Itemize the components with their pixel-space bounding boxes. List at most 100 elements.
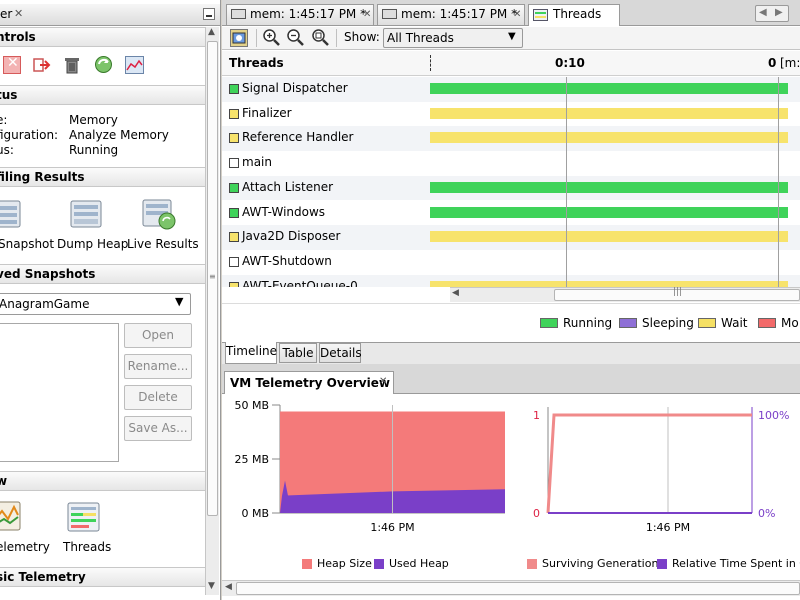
snapshot-button-label[interactable]: Snapshot [0,237,54,251]
gen-y-left-tick-label: 1 [533,409,540,422]
chevron-down-icon: ▼ [508,31,516,42]
rename-button[interactable]: Rename... [124,354,192,379]
close-icon[interactable]: ✕ [363,5,371,24]
dump-heap-icon[interactable] [70,200,104,230]
threads-column-header[interactable]: Threads [229,56,284,70]
open-button[interactable]: Open [124,323,192,348]
thread-state-indicator [229,281,239,287]
chevron-left-icon[interactable]: ◀ [759,7,767,18]
thread-row[interactable]: Attach Listener [222,175,800,201]
legend-sleeping: Sleeping [619,316,694,330]
thread-name: AWT-EventQueue-0 [242,278,358,287]
tab-details-label: Details [320,346,362,360]
tab-details[interactable]: Details [319,343,362,363]
thread-row[interactable]: AWT-EventQueue-0 [222,274,800,287]
left-panel-scrollbar-thumb[interactable]: ≡ [207,41,218,516]
section-status[interactable]: tus [0,85,205,105]
telemetry-view-icon[interactable] [0,501,22,533]
legend-swatch [302,559,312,569]
snapshots-project-combo[interactable]: AnagramGame ▼ [0,293,191,315]
section-basic-telemetry[interactable]: sic Telemetry [0,567,205,587]
live-results-button-label[interactable]: Live Results [127,237,199,251]
section-profiling-results[interactable]: filing Results [0,167,205,187]
tab-mem-1-label: mem: 1:45:17 PM * [250,7,367,21]
section-controls-label: ntrols [0,30,36,44]
threads-view-button-label[interactable]: Threads [63,540,111,554]
minimize-icon[interactable] [203,8,215,20]
thread-state-bar [430,83,788,94]
time-tick-10s: 0:10 [555,56,585,70]
zoom-in-icon[interactable] [262,28,281,47]
thread-row[interactable]: Reference Handler [222,126,800,152]
heap-x-tick-label: 1:46 PM [370,521,414,534]
tab-mem-2[interactable]: mem: 1:45:17 PM * ✕ [377,4,525,25]
close-icon[interactable]: ✕ [513,5,521,24]
live-results-icon[interactable] [142,199,178,231]
left-panel-scrollbar[interactable]: ▲ ≡ ▼ [205,27,219,595]
thread-name: Java2D Disposer [242,229,341,244]
chevron-down-icon: ▼ [175,295,184,308]
scroll-down-icon[interactable]: ▼ [208,581,215,591]
threads-timeline[interactable]: Signal Dispatcher Finalizer Reference Hand… [222,77,800,287]
scroll-left-icon[interactable]: ◀ [452,288,459,298]
thread-row[interactable]: Finalizer [222,102,800,127]
save-as-button[interactable]: Save As... [124,416,192,441]
delete-button[interactable]: Delete [124,385,192,410]
thread-row[interactable]: Java2D Disposer [222,225,800,250]
tab-scroll-buttons[interactable]: ◀ ▶ [755,5,789,22]
close-icon[interactable]: ✕ [14,7,23,20]
thread-row[interactable]: AWT-Windows [222,201,800,226]
trash-icon[interactable] [63,56,81,74]
generations-chart: 1 100% 0 0% 1:46 PM [533,407,789,534]
telemetry-view-button-label[interactable]: elemetry [0,540,50,554]
legend-swatch [758,318,776,328]
tab-vm-telemetry[interactable]: VM Telemetry Overview ✕ [224,371,394,394]
threads-view-icon[interactable] [67,502,101,534]
zoom-out-icon[interactable] [286,28,305,47]
snapshots-list[interactable] [0,323,119,462]
timeline-hscrollbar[interactable]: ◀ ||| [450,287,800,302]
telemetry-hscrollbar[interactable]: ◀ [222,580,800,596]
timeline-gridline [566,77,567,287]
legend-swatch [619,318,637,328]
section-status-label: tus [0,88,18,102]
gc-icon[interactable] [94,55,113,74]
stop-icon[interactable]: ✕ [3,55,21,74]
profiler-panel-tab[interactable]: er ✕ [0,4,220,26]
section-saved-snapshots[interactable]: ved Snapshots [0,264,205,284]
legend-swatch [540,318,558,328]
snapshot-threads-icon[interactable] [230,29,248,47]
section-view[interactable]: w [0,471,205,491]
tab-table[interactable]: Table [279,343,317,363]
zoom-fit-icon[interactable] [311,28,330,47]
thread-row[interactable]: AWT-Shutdown [222,250,800,275]
tab-mem-1[interactable]: mem: 1:45:17 PM * ✕ [226,4,374,25]
editor-area: mem: 1:45:17 PM * ✕ mem: 1:45:17 PM * ✕ … [222,0,800,600]
thread-name: Reference Handler [242,130,354,145]
threads-icon [533,9,548,21]
toolbar-separator [256,29,258,47]
timeline-hscrollbar-thumb[interactable]: ||| [554,287,800,301]
thread-state-indicator [229,207,239,218]
scroll-left-icon[interactable]: ◀ [225,582,232,592]
close-icon[interactable]: ✕ [379,376,387,387]
show-threads-select[interactable]: All Threads ▼ [383,28,523,48]
section-controls[interactable]: ntrols [0,27,205,47]
telemetry-chart-icon[interactable] [125,56,144,74]
gen-x-tick-label: 1:46 PM [646,521,690,534]
dump-heap-button-label[interactable]: Dump Heap [57,237,128,251]
thread-row[interactable]: main [222,151,800,176]
reset-icon[interactable] [33,56,51,74]
telemetry-hscrollbar-thumb[interactable] [236,582,800,595]
telemetry-charts: 50 MB 25 MB 0 MB 1:46 PM 1 100% 0 0% 1:46 PM He… [222,395,800,580]
thread-state-indicator [229,256,239,267]
thread-row[interactable]: Signal Dispatcher [222,77,800,102]
tab-threads[interactable]: Threads [528,4,620,26]
chevron-right-icon[interactable]: ▶ [775,7,783,18]
legend-swatch [527,559,537,569]
memory-icon [231,9,246,19]
thread-state-indicator [229,108,239,119]
snapshot-icon[interactable] [0,200,22,230]
tab-timeline[interactable]: Timeline [225,342,277,364]
scroll-up-icon[interactable]: ▲ [208,27,215,37]
